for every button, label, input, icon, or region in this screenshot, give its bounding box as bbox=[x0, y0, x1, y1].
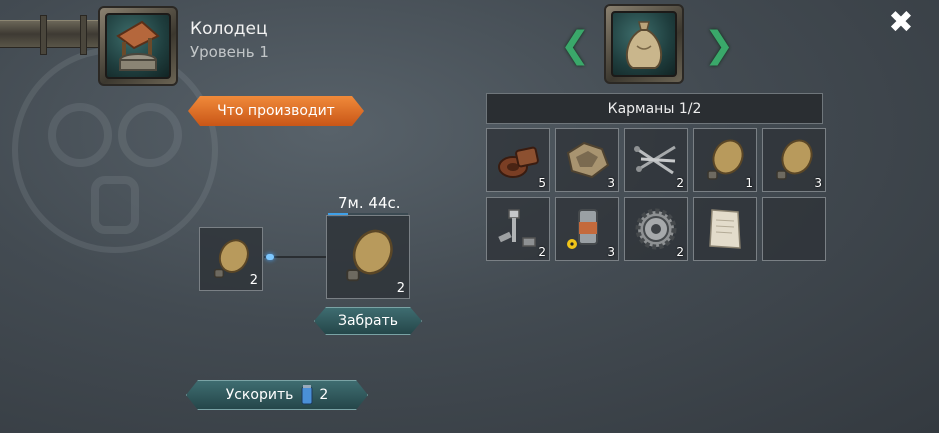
production-input-slot: 2 bbox=[199, 227, 263, 291]
pockets-grid: 5 3 2 1 3 2 3 2 bbox=[486, 128, 826, 261]
slot-quantity: 2 bbox=[676, 176, 684, 190]
production-timer: 7м. 44с. bbox=[338, 194, 401, 212]
building-portrait bbox=[98, 6, 178, 86]
inventory-slot[interactable]: 3 bbox=[555, 197, 619, 261]
inventory-slot[interactable]: 2 bbox=[624, 197, 688, 261]
bolts-icon bbox=[498, 209, 536, 247]
nails-icon bbox=[634, 145, 676, 175]
storage-portrait bbox=[604, 4, 684, 84]
inventory-slot[interactable]: 2 bbox=[624, 128, 688, 192]
speed-up-label: Ускорить bbox=[225, 387, 294, 403]
what-it-produces-button[interactable]: Что производит bbox=[188, 96, 364, 126]
previous-storage-arrow-icon[interactable]: ❮ bbox=[560, 28, 590, 64]
fabric-scraps-icon bbox=[566, 141, 610, 179]
inventory-slot[interactable]: 1 bbox=[693, 128, 757, 192]
gear-icon bbox=[635, 208, 677, 250]
water-flask-icon bbox=[776, 139, 813, 180]
energy-can-icon bbox=[301, 385, 313, 405]
slot-quantity: 2 bbox=[538, 245, 546, 259]
slot-quantity: 1 bbox=[745, 176, 753, 190]
inventory-slot[interactable]: 5 bbox=[486, 128, 550, 192]
slot-quantity: 3 bbox=[814, 176, 822, 190]
collect-label: Забрать bbox=[337, 313, 399, 329]
radioactive-canister-icon bbox=[567, 209, 598, 249]
slot-quantity: 5 bbox=[538, 176, 546, 190]
flow-indicator bbox=[266, 254, 274, 260]
inventory-slot[interactable]: 2 bbox=[486, 197, 550, 261]
empty-slot[interactable] bbox=[762, 197, 826, 261]
input-quantity: 2 bbox=[249, 273, 258, 288]
well-icon bbox=[116, 20, 160, 71]
water-flask-icon bbox=[707, 139, 744, 180]
inventory-slot[interactable]: 3 bbox=[762, 128, 826, 192]
speed-up-button[interactable]: Ускорить 2 bbox=[186, 380, 368, 410]
slot-quantity: 3 bbox=[607, 245, 615, 259]
next-storage-arrow-icon[interactable]: ❯ bbox=[704, 28, 734, 64]
collect-button[interactable]: Забрать bbox=[314, 307, 422, 335]
output-quantity: 2 bbox=[396, 281, 405, 296]
water-flask-icon bbox=[346, 229, 393, 282]
pockets-header: Карманы 1/2 bbox=[486, 93, 823, 124]
building-level: Уровень 1 bbox=[190, 43, 269, 61]
slot-quantity: 2 bbox=[676, 245, 684, 259]
slot-quantity: 3 bbox=[607, 176, 615, 190]
pockets-title: Карманы 1/2 bbox=[607, 100, 702, 117]
what-it-produces-label: Что производит bbox=[217, 103, 335, 119]
building-name: Колодец bbox=[190, 19, 268, 39]
inventory-slot[interactable] bbox=[693, 197, 757, 261]
inventory-slot[interactable]: 3 bbox=[555, 128, 619, 192]
production-output-slot[interactable]: 2 bbox=[326, 215, 410, 299]
water-flask-icon bbox=[213, 239, 249, 278]
speed-up-cost: 2 bbox=[319, 387, 329, 403]
leather-icon bbox=[498, 146, 539, 178]
decorative-pipe bbox=[0, 15, 108, 55]
sack-icon bbox=[625, 21, 663, 69]
close-icon[interactable]: ✖ bbox=[886, 8, 916, 38]
paper-sheet-icon bbox=[709, 209, 741, 249]
